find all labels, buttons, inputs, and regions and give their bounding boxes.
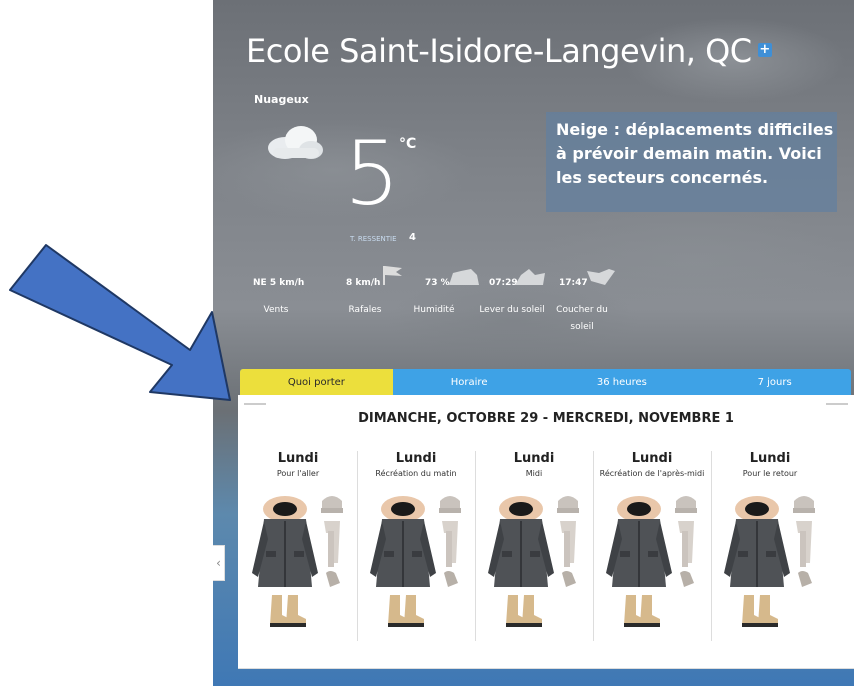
location-name: Ecole Saint-Isidore-Langevin, QC: [246, 32, 752, 70]
what-to-wear-panel: DIMANCHE, OCTOBRE 29 - MERCREDI, NOVEMBR…: [238, 395, 854, 668]
tuque-icon: [675, 496, 697, 513]
wind-label: Vents: [263, 305, 289, 315]
tab-quoi-porter[interactable]: Quoi porter: [240, 369, 393, 395]
weather-alert[interactable]: Neige : déplacements difficiles à prévoi…: [546, 112, 837, 212]
wear-period: Pour l'aller: [276, 469, 320, 478]
wear-day: Lundi: [277, 451, 319, 466]
sunset-label: Coucher du soleil: [556, 305, 608, 332]
mitten-icon: [562, 571, 576, 587]
scarf-icon: [796, 521, 812, 567]
divider: [244, 403, 266, 405]
wear-column: Lundi Pour l'aller: [242, 451, 354, 641]
mitten-icon: [680, 571, 694, 587]
wear-period: Pour le retour: [742, 469, 798, 478]
outfit-illustration: [252, 496, 343, 627]
column-separator: [593, 451, 594, 641]
parka-icon: [724, 496, 790, 587]
sunrise-value: 07:29: [489, 278, 518, 288]
sunrise-label: Lever du soleil: [479, 305, 545, 315]
wear-day: Lundi: [749, 451, 791, 466]
location-title: Ecole Saint-Isidore-Langevin, QC +: [246, 32, 772, 70]
boots-icon: [270, 595, 306, 627]
parka-icon: [252, 496, 318, 587]
humidity-value: 73 %: [425, 278, 450, 288]
weather-widget: Ecole Saint-Isidore-Langevin, QC + Nuageu…: [213, 0, 854, 686]
flag-icon: [383, 266, 402, 285]
mitten-icon: [326, 571, 340, 587]
tab-7-jours[interactable]: 7 jours: [698, 369, 851, 395]
tuque-icon: [321, 496, 343, 513]
column-separator: [711, 451, 712, 641]
parka-icon: [488, 496, 554, 587]
column-separator: [357, 451, 358, 641]
column-separator: [475, 451, 476, 641]
boots-icon: [388, 595, 424, 627]
wear-column: Lundi Récréation de l'après-midi: [596, 451, 708, 641]
mitten-icon: [444, 571, 458, 587]
outfit-illustration: [606, 496, 697, 627]
wind-value: NE 5 km/h: [253, 278, 305, 288]
outfit-illustration: [488, 496, 579, 627]
temperature-unit: °C: [399, 136, 417, 152]
tuque-icon: [439, 496, 461, 513]
forecast-tabs: Quoi porter Horaire 36 heures 7 jours: [240, 369, 851, 395]
parka-icon: [606, 496, 672, 587]
wear-day: Lundi: [513, 451, 555, 466]
scarf-icon: [560, 521, 576, 567]
chevron-left-icon[interactable]: ‹: [213, 545, 225, 581]
parka-icon: [370, 496, 436, 587]
boots-icon: [624, 595, 660, 627]
gusts-value: 8 km/h: [346, 278, 381, 288]
tuque-icon: [557, 496, 579, 513]
boots-icon: [742, 595, 778, 627]
flag-icon: [449, 269, 479, 285]
wear-day: Lundi: [395, 451, 437, 466]
plus-icon[interactable]: +: [757, 43, 772, 57]
wear-period: Midi: [525, 469, 543, 478]
scarf-icon: [678, 521, 694, 567]
sunrise-icon: [515, 269, 545, 285]
feels-like-label: T. RESSENTIE: [350, 235, 397, 243]
divider: [238, 668, 854, 669]
divider: [826, 403, 848, 405]
wear-day: Lundi: [631, 451, 673, 466]
sunset-value: 17:47: [559, 278, 588, 288]
wear-period: Récréation du matin: [375, 469, 457, 478]
mitten-icon: [798, 571, 812, 587]
tuque-icon: [793, 496, 815, 513]
temperature-value: 5: [344, 122, 400, 225]
humidity-label: Humidité: [413, 305, 455, 315]
sunset-icon: [587, 269, 615, 285]
scarf-icon: [324, 521, 340, 567]
outfit-illustration: [370, 496, 461, 627]
scarf-icon: [442, 521, 458, 567]
wear-column: Lundi Midi: [478, 451, 590, 641]
wear-column: Lundi Pour le retour: [714, 451, 826, 641]
tab-36-heures[interactable]: 36 heures: [546, 369, 699, 395]
outfit-illustration: [724, 496, 815, 627]
boots-icon: [506, 595, 542, 627]
cloud-icon: [268, 126, 323, 159]
feels-like-value: 4: [409, 232, 416, 243]
date-range: DIMANCHE, OCTOBRE 29 - MERCREDI, NOVEMBR…: [358, 411, 734, 426]
tab-horaire[interactable]: Horaire: [393, 369, 546, 395]
gusts-label: Rafales: [348, 305, 382, 315]
condition-text: Nuageux: [254, 93, 309, 106]
wear-column: Lundi Récréation du matin: [360, 451, 472, 641]
wear-period: Récréation de l'après-midi: [599, 469, 705, 478]
